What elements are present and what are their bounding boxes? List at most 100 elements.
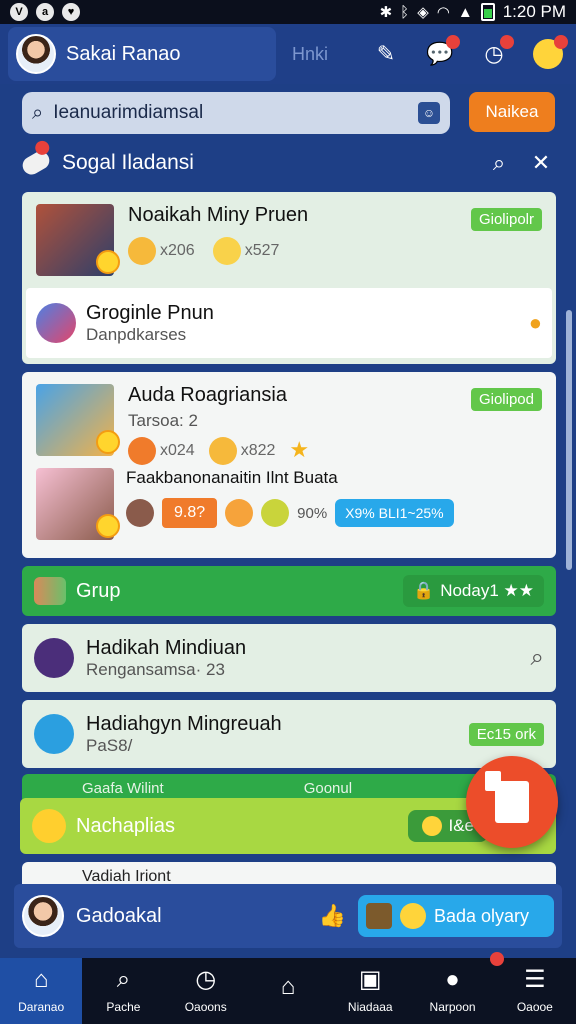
reward-icon [128,437,156,465]
percent-value: 90% [297,504,328,522]
partial-right: Goonul [303,779,353,797]
group-badge-label: Noday1 ★★ [440,581,534,600]
group-bar[interactable]: Grup 🔒 Noday1 ★★ [22,566,556,616]
group-title: Grup [76,579,121,602]
contact-icon[interactable]: ☺ [418,102,440,124]
status-tag[interactable]: Giolipod [470,388,542,411]
star-icon: ★ [289,437,310,462]
avatar [16,34,56,74]
value-chip[interactable]: 9.8? [162,498,218,528]
stat-value: x024 [160,442,195,459]
user-name: Sakai Ranao [66,42,181,65]
nav-home[interactable]: ⌂ Daranao [0,958,83,1024]
house-icon: ⌂ [280,973,296,1000]
item-caption: Rengansamsa· 23 [86,659,225,679]
nav-label: Daranao [18,1000,65,1014]
status-notification-icon: ♥ [62,3,80,21]
card-caption: Tarsoa: 2 [128,411,198,430]
coin-icon [96,514,120,538]
trophy-icon [366,903,392,929]
item-caption: PaS8/ [86,735,133,755]
reward-icon [128,237,156,265]
section-title: Sogal Iladansi [62,151,194,174]
thumb-icon[interactable]: 👍 [319,903,346,929]
chat-icon: ● [445,952,504,996]
edit-icon[interactable]: ✎ [370,38,402,70]
card-2[interactable]: Auda Roagriansia Tarsoa: 2 x024 x822 ★ G… [22,372,556,558]
group-badge[interactable]: 🔒 Noday1 ★★ [403,575,544,607]
pen-icon [34,714,74,754]
coin-icon [96,250,120,274]
search-icon: ⌕ [116,966,131,993]
bag-icon: ▣ [358,966,382,993]
wifi-icon: ◠ [436,4,450,21]
reward-icon [208,437,237,465]
notification-badge [500,35,514,49]
item-caption: Danpdkarses [86,324,187,344]
timer-icon: ◷ [195,966,217,993]
menu-icon: ☰ [524,966,546,993]
nav-bag[interactable]: ▣ Niadaaa [329,958,411,1024]
location-icon: ◈ [417,4,429,21]
battery-icon [480,3,495,21]
status-notification-icon: V [10,3,28,21]
notification-badge [446,35,460,49]
item-tag[interactable]: Ec15 ork [468,722,544,746]
notification-badge [32,138,52,158]
nav-chat[interactable]: ● Narpoon [411,952,504,1024]
peek-row[interactable]: Vadiah Iriont [22,862,556,884]
clock: 1:20 PM [502,2,566,21]
blue-chip[interactable]: X9% BLI1~25% [335,499,454,527]
thumbnail [36,468,120,540]
list-item[interactable]: Hadikah Mindiuan Rengansamsa· 23 ⌕ [22,624,556,692]
home-icon: ⌂ [33,966,49,993]
stat-value: x822 [240,442,276,459]
footer-bar[interactable]: Gadoakal 👍 Bada olyary [14,884,562,948]
card-1[interactable]: Noaikah Miny Pruen x206 x527 Giolipolr G… [22,192,556,364]
nav-label: Narpoon [429,1000,476,1014]
nav-search[interactable]: ⌕ Pache [82,958,164,1024]
nav-label: Niadaaa [347,1000,393,1014]
footer-cta-label: Bada olyary [434,905,530,926]
search-icon[interactable]: ⌕ [484,150,514,176]
chat-bubble-icon[interactable]: 💬 [424,35,460,70]
item-title: Hadikah Mindiuan [86,636,247,659]
search-icon[interactable]: ⌕ [531,644,544,672]
signal-icon: ▲ [457,3,473,21]
close-icon[interactable]: ✕ [526,150,556,176]
nav-timer[interactable]: ◷ Oaoons [165,958,247,1024]
notification-badge [554,35,568,49]
fruit-icon [261,499,290,527]
nav-label: Pache [106,1000,141,1014]
search-bar[interactable]: ⌕ Ieanuarimdiamsal ☺ [22,92,450,134]
status-tag[interactable]: Giolipolr [470,208,542,231]
clock-icon[interactable]: ◷ [478,35,514,70]
floating-action-button[interactable] [466,756,558,848]
nav-house[interactable]: ⌂ [247,958,329,1024]
status-bar: V a ♥ ✱ ᛒ ◈ ◠ ▲ 1:20 PM [0,0,576,24]
scrollbar[interactable] [566,310,572,570]
chat-group-icon [36,303,76,343]
document-icon [485,771,529,823]
user-avatar-icon [126,499,154,527]
search-button[interactable]: Naikea [469,92,555,132]
card-title: Auda Roagriansia [128,384,287,406]
list-item[interactable]: Hadiahgyn Mingreuah PaS8/ Ec15 ork [22,700,556,768]
lime-title: Nachaplias [76,814,175,837]
avatar [22,895,64,937]
bottom-navigation: ⌂ Daranao ⌕ Pache ◷ Oaoons ⌂ ▣ Niadaaa ●… [0,952,576,1024]
footer-cta-button[interactable]: Bada olyary [358,895,554,937]
nav-menu[interactable]: ☰ Oaooe [494,958,576,1024]
emoji-icon[interactable] [532,35,568,70]
row-title: Faakbanonanaitin Ilnt Buata [126,468,338,487]
profile-chip[interactable]: Sakai Ranao [8,27,276,81]
status-notification-icon: a [36,3,54,21]
search-input[interactable]: Ieanuarimdiamsal [53,102,408,124]
card-title: Noaikah Miny Pruen [128,204,309,226]
thumbnail [36,204,120,276]
app-bar-hint: Hnki [292,43,329,64]
smile-icon [422,816,443,836]
item-title: Hadiahgyn Mingreuah [86,712,282,735]
drop-icon[interactable]: ● [529,310,542,336]
nfc-icon: ✱ [379,4,393,21]
